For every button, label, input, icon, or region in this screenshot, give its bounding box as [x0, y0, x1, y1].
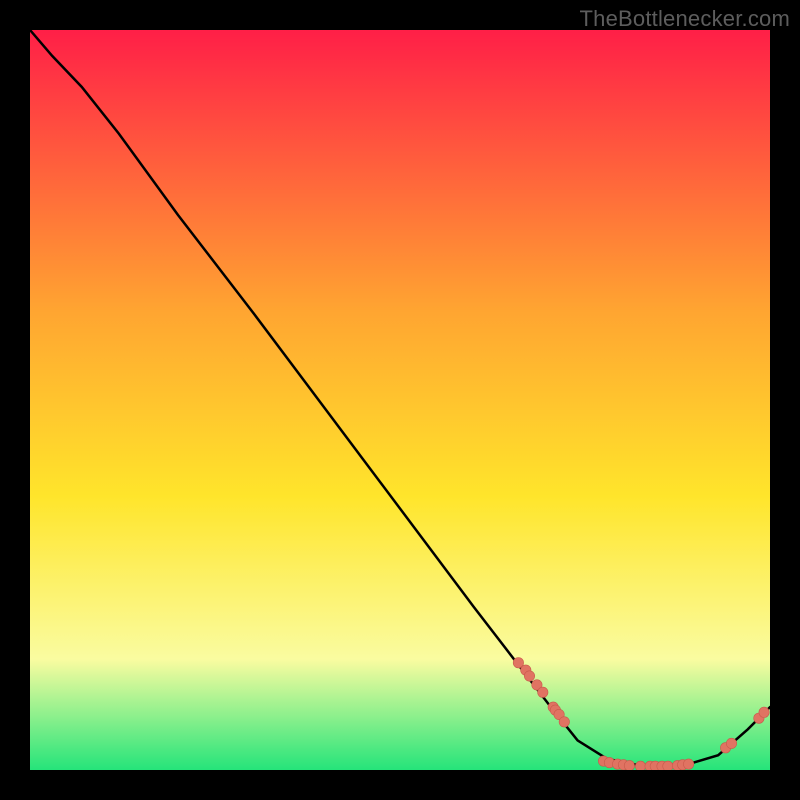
- chart-frame: TheBottlenecker.com: [0, 0, 800, 800]
- data-dot: [663, 761, 673, 770]
- plot-area: [30, 30, 770, 770]
- data-dot: [559, 717, 569, 727]
- data-dot: [624, 760, 634, 770]
- data-dot: [683, 759, 693, 769]
- data-dot: [635, 761, 645, 770]
- data-dot: [524, 671, 534, 681]
- data-dot: [759, 707, 769, 717]
- watermark-label: TheBottlenecker.com: [580, 6, 790, 32]
- data-dot: [538, 687, 548, 697]
- data-dot: [726, 738, 736, 748]
- gradient-background: [30, 30, 770, 770]
- chart-svg: [30, 30, 770, 770]
